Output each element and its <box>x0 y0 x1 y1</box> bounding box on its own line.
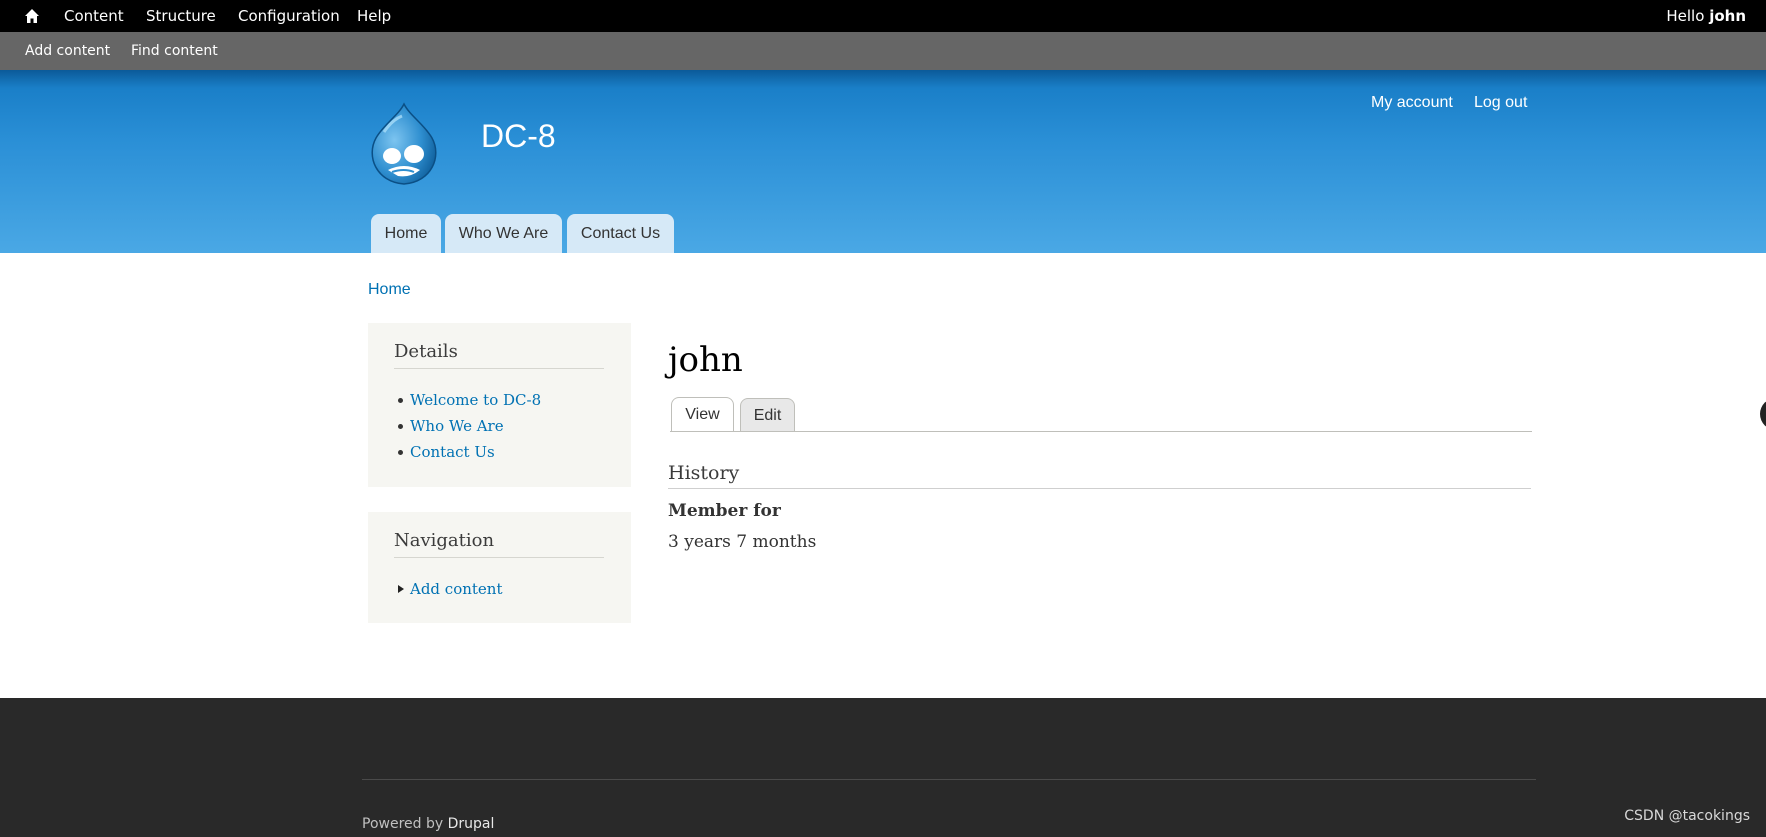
details-link-contact-us[interactable]: Contact Us <box>410 443 495 461</box>
toolbar-item-structure[interactable]: Structure <box>146 7 216 25</box>
user-greeting: Hello john <box>1666 7 1746 25</box>
powered-by-prefix: Powered by <box>362 816 444 832</box>
site-footer: Powered by Drupal CSDN @tacokings <box>0 698 1766 837</box>
main-menu-who-we-are[interactable]: Who We Are <box>445 214 562 253</box>
drupal-logo[interactable] <box>366 102 442 186</box>
greeting-username[interactable]: john <box>1709 7 1746 25</box>
bullet-icon <box>398 450 403 455</box>
main-menu-contact-us[interactable]: Contact Us <box>567 214 674 253</box>
triangle-right-icon[interactable] <box>398 585 404 593</box>
list-item: Who We Are <box>394 413 541 439</box>
nav-link-add-content[interactable]: Add content <box>410 580 503 598</box>
tabs-divider <box>670 431 1532 432</box>
shortcut-add-content[interactable]: Add content <box>25 43 110 59</box>
member-for-label: Member for <box>668 501 781 521</box>
navigation-block: Navigation Add content <box>368 512 631 623</box>
breadcrumb-home[interactable]: Home <box>368 281 411 299</box>
details-block-title: Details <box>394 341 604 369</box>
toolbar-item-content[interactable]: Content <box>64 7 124 25</box>
bullet-icon <box>398 398 403 403</box>
main-menu-home[interactable]: Home <box>371 214 441 253</box>
tab-view[interactable]: View <box>671 397 734 432</box>
my-account-link[interactable]: My account <box>1371 94 1453 112</box>
site-header: DC-8 My account Log out Home Who We Are … <box>0 70 1766 253</box>
toolbar-item-configuration[interactable]: Configuration <box>238 7 340 25</box>
bullet-icon <box>398 424 403 429</box>
powered-by: Powered by Drupal <box>362 816 494 832</box>
details-link-welcome[interactable]: Welcome to DC-8 <box>410 391 541 409</box>
drupal-link[interactable]: Drupal <box>448 816 495 832</box>
list-item: Add content <box>394 576 503 602</box>
list-item: Welcome to DC-8 <box>394 387 541 413</box>
shortcut-find-content[interactable]: Find content <box>131 43 218 59</box>
list-item: Contact Us <box>394 439 541 465</box>
member-for-value: 3 years 7 months <box>668 532 817 552</box>
page-title: john <box>668 340 743 380</box>
details-link-list: Welcome to DC-8 Who We Are Contact Us <box>394 387 541 465</box>
shortcuts-bar: Add content Find content <box>0 32 1766 70</box>
details-link-who-we-are[interactable]: Who We Are <box>410 417 504 435</box>
log-out-link[interactable]: Log out <box>1474 94 1527 112</box>
home-icon[interactable] <box>24 8 40 24</box>
watermark: CSDN @tacokings <box>1624 808 1750 824</box>
footer-divider <box>362 779 1536 780</box>
greeting-prefix: Hello <box>1666 7 1705 25</box>
navigation-link-list: Add content <box>394 576 503 602</box>
tab-edit[interactable]: Edit <box>740 398 795 432</box>
details-block: Details Welcome to DC-8 Who We Are Conta… <box>368 323 631 487</box>
site-name[interactable]: DC-8 <box>481 118 556 155</box>
admin-toolbar: Content Structure Configuration Help Hel… <box>0 0 1766 32</box>
navigation-block-title: Navigation <box>394 530 604 558</box>
history-section-title: History <box>668 462 1531 489</box>
toolbar-item-help[interactable]: Help <box>357 7 391 25</box>
scroll-edge-handle[interactable] <box>1760 398 1766 430</box>
